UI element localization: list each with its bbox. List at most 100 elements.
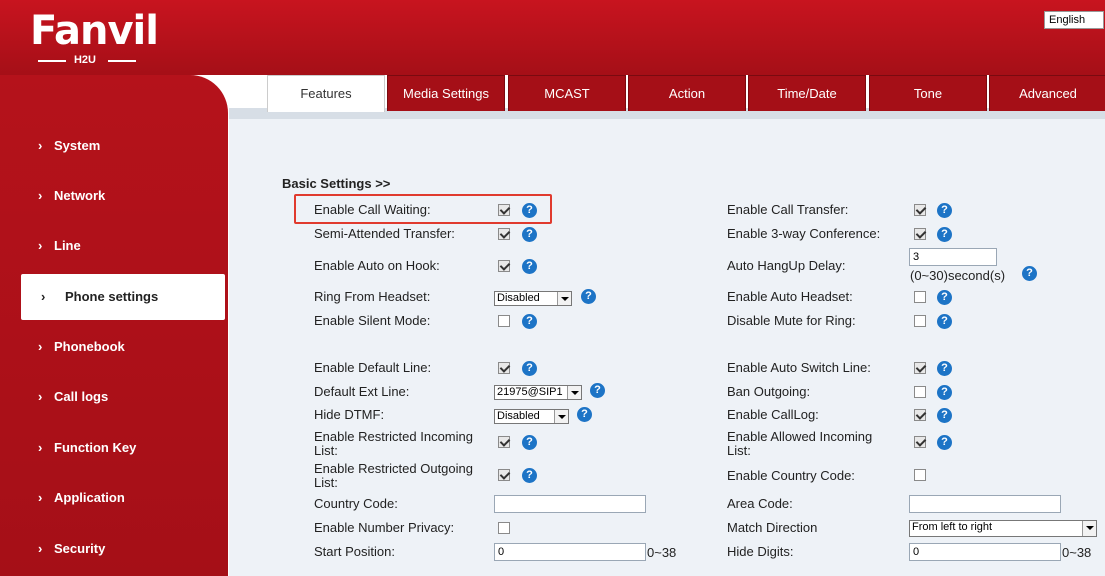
- checkbox-enable-calllog[interactable]: [914, 409, 926, 421]
- sidebar-item-label: Application: [54, 490, 125, 505]
- sidebar-item-label: Security: [54, 541, 106, 556]
- sidebar-item-application[interactable]: › Application: [0, 475, 225, 521]
- checkbox-ban-outgoing[interactable]: [914, 386, 926, 398]
- language-select[interactable]: English: [1044, 11, 1104, 29]
- checkbox-enable-call-transfer[interactable]: [914, 204, 926, 216]
- help-icon[interactable]: ?: [937, 361, 952, 376]
- tab-features[interactable]: Features: [267, 75, 385, 112]
- select-default-ext-line[interactable]: 21975@SIP1: [494, 385, 582, 400]
- help-icon[interactable]: ?: [937, 435, 952, 450]
- tab-action[interactable]: Action: [628, 75, 746, 111]
- label-enable-restricted-outgoing: Enable Restricted Outgoing List:: [314, 462, 473, 490]
- help-icon[interactable]: ?: [1022, 266, 1037, 281]
- label-enable-restricted-incoming: Enable Restricted Incoming List:: [314, 430, 473, 458]
- chevron-right-icon: ›: [38, 440, 43, 455]
- label-line: Enable Restricted Outgoing: [314, 461, 473, 476]
- sidebar-item-label: System: [54, 138, 101, 153]
- checkbox-enable-number-privacy[interactable]: [498, 522, 510, 534]
- help-icon[interactable]: ?: [937, 385, 952, 400]
- help-icon[interactable]: ?: [937, 290, 952, 305]
- help-icon[interactable]: ?: [522, 468, 537, 483]
- hide-digits-range-hint: 0~38: [1062, 545, 1092, 560]
- sidebar-item-security[interactable]: › Security: [0, 526, 225, 572]
- start-position-input[interactable]: [494, 543, 646, 561]
- help-icon[interactable]: ?: [522, 435, 537, 450]
- help-icon[interactable]: ?: [937, 408, 952, 423]
- help-icon[interactable]: ?: [522, 227, 537, 242]
- select-value: 21975@SIP1: [497, 386, 563, 398]
- label-default-ext-line: Default Ext Line:: [314, 384, 410, 399]
- help-icon[interactable]: ?: [522, 314, 537, 329]
- sidebar-item-system[interactable]: › System: [0, 123, 225, 169]
- checkbox-disable-mute-for-ring[interactable]: [914, 315, 926, 327]
- tab-mcast[interactable]: MCAST: [508, 75, 626, 111]
- chevron-right-icon: ›: [38, 541, 43, 556]
- label-enable-call-transfer: Enable Call Transfer:: [727, 202, 849, 217]
- checkbox-enable-restricted-incoming[interactable]: [498, 436, 510, 448]
- help-icon[interactable]: ?: [577, 407, 592, 422]
- hide-digits-input[interactable]: [909, 543, 1061, 561]
- checkbox-enable-default-line[interactable]: [498, 362, 510, 374]
- select-value: Disabled: [497, 292, 540, 304]
- help-icon[interactable]: ?: [937, 227, 952, 242]
- sidebar-item-function-key[interactable]: › Function Key: [0, 425, 225, 471]
- area-code-input[interactable]: [909, 495, 1061, 513]
- label-ring-from-headset: Ring From Headset:: [314, 289, 431, 304]
- help-icon[interactable]: ?: [522, 203, 537, 218]
- label-enable-3way-conference: Enable 3-way Conference:: [727, 226, 881, 241]
- country-code-input[interactable]: [494, 495, 646, 513]
- select-hide-dtmf[interactable]: Disabled: [494, 409, 569, 424]
- sidebar-item-network[interactable]: › Network: [0, 173, 225, 219]
- label-ban-outgoing: Ban Outgoing:: [727, 384, 811, 399]
- help-icon[interactable]: ?: [522, 361, 537, 376]
- section-title: Basic Settings >>: [282, 176, 391, 191]
- checkbox-enable-call-waiting[interactable]: [498, 204, 510, 216]
- checkbox-enable-auto-on-hook[interactable]: [498, 260, 510, 272]
- tab-time-date[interactable]: Time/Date: [748, 75, 866, 111]
- label-start-position: Start Position:: [314, 544, 395, 559]
- checkbox-enable-auto-switch-line[interactable]: [914, 362, 926, 374]
- chevron-right-icon: ›: [41, 289, 46, 304]
- sidebar: › System › Network › Line › Phone settings ›…: [0, 75, 228, 576]
- help-icon[interactable]: ?: [937, 203, 952, 218]
- label-country-code: Country Code:: [314, 496, 398, 511]
- logo-subtitle: H2U: [30, 53, 140, 67]
- chevron-down-icon: [557, 292, 571, 305]
- label-disable-mute-for-ring: Disable Mute for Ring:: [727, 313, 856, 328]
- chevron-right-icon: ›: [38, 339, 43, 354]
- select-value: From left to right: [912, 521, 993, 533]
- checkbox-enable-restricted-outgoing[interactable]: [498, 469, 510, 481]
- auto-hangup-delay-input[interactable]: [909, 248, 997, 266]
- checkbox-enable-auto-headset[interactable]: [914, 291, 926, 303]
- label-area-code: Area Code:: [727, 496, 793, 511]
- help-icon[interactable]: ?: [522, 259, 537, 274]
- label-hide-digits: Hide Digits:: [727, 544, 794, 559]
- checkbox-semi-attended-transfer[interactable]: [498, 228, 510, 240]
- label-enable-silent-mode: Enable Silent Mode:: [314, 313, 431, 328]
- checkbox-enable-silent-mode[interactable]: [498, 315, 510, 327]
- tab-tone[interactable]: Tone: [869, 75, 987, 111]
- sidebar-item-line[interactable]: › Line: [0, 223, 225, 269]
- help-icon[interactable]: ?: [581, 289, 596, 304]
- chevron-right-icon: ›: [38, 138, 43, 153]
- help-icon[interactable]: ?: [937, 314, 952, 329]
- select-match-direction[interactable]: From left to right: [909, 520, 1097, 537]
- checkbox-enable-allowed-incoming[interactable]: [914, 436, 926, 448]
- label-line: List:: [314, 443, 338, 458]
- sidebar-item-phonebook[interactable]: › Phonebook: [0, 324, 225, 370]
- sidebar-item-call-logs[interactable]: › Call logs: [0, 374, 225, 420]
- chevron-down-icon: [567, 386, 581, 399]
- tab-media-settings[interactable]: Media Settings: [387, 75, 505, 111]
- tab-advanced[interactable]: Advanced: [989, 75, 1105, 111]
- help-icon[interactable]: ?: [590, 383, 605, 398]
- fanvil-logo: Fanvil H2U: [30, 10, 159, 67]
- sidebar-item-phone-settings[interactable]: › Phone settings: [21, 274, 225, 320]
- label-line: List:: [727, 443, 751, 458]
- label-enable-auto-switch-line: Enable Auto Switch Line:: [727, 360, 871, 375]
- label-match-direction: Match Direction: [727, 520, 818, 535]
- label-enable-country-code: Enable Country Code:: [727, 468, 855, 483]
- checkbox-enable-country-code[interactable]: [914, 469, 926, 481]
- checkbox-enable-3way-conference[interactable]: [914, 228, 926, 240]
- label-enable-auto-on-hook: Enable Auto on Hook:: [314, 258, 440, 273]
- select-ring-from-headset[interactable]: Disabled: [494, 291, 572, 306]
